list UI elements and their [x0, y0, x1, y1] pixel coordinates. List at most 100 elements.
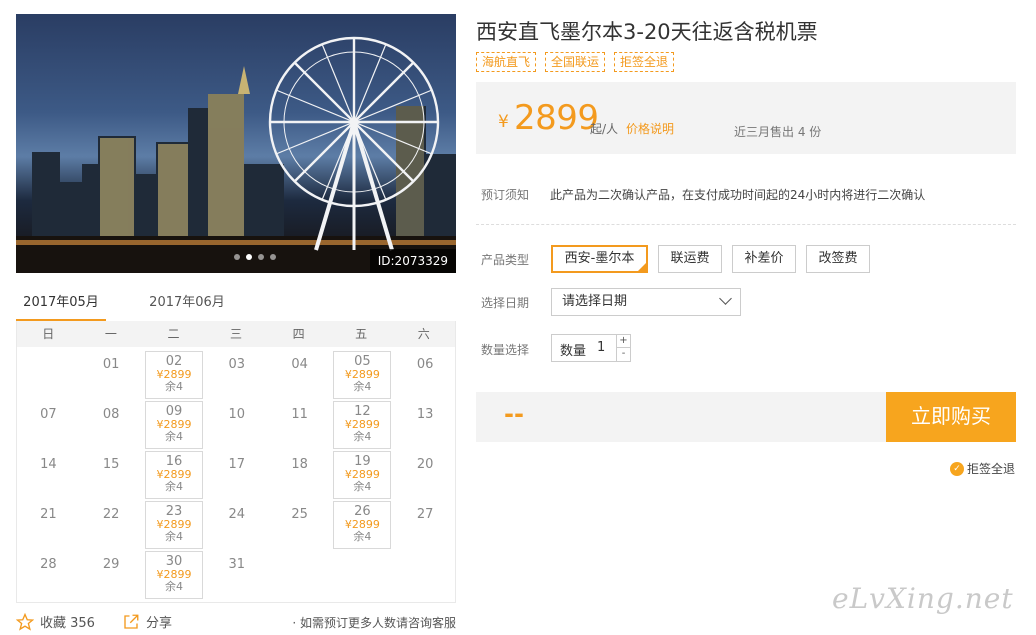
- calendar-day: 06: [396, 351, 454, 399]
- day-number: 10: [228, 407, 246, 422]
- day-number: 25: [291, 507, 308, 522]
- share-label: 分享: [146, 616, 173, 631]
- day-number: 03: [228, 357, 246, 372]
- share-icon: [124, 614, 139, 629]
- calendar-day-available[interactable]: 30 ¥2899 余4: [145, 551, 203, 599]
- day-remaining: 余4: [353, 530, 372, 543]
- day-number: 31: [228, 557, 246, 572]
- calendar-day: 27: [396, 501, 454, 549]
- calendar-day: 08: [82, 401, 140, 449]
- slide-dot[interactable]: [234, 254, 240, 260]
- calendar-day: 17: [208, 451, 266, 499]
- day-remaining: 余4: [165, 480, 183, 493]
- day-number: 16: [165, 454, 183, 469]
- price-panel: ¥ 2899 起/人 价格说明 近三月售出 4 份: [476, 82, 1016, 154]
- day-number: 04: [291, 357, 308, 372]
- day-number: 07: [40, 407, 57, 422]
- calendar-day: 25: [271, 501, 329, 549]
- quantity-stepper: 数量 1 + -: [551, 334, 631, 362]
- day-number: 05: [354, 354, 371, 369]
- day-remaining: 余4: [165, 430, 183, 443]
- day-number: 06: [416, 357, 434, 372]
- product-actions: 收藏 356 分享 · 如需预订更多人数请咨询客服: [16, 612, 456, 632]
- day-number: 15: [102, 457, 120, 472]
- quantity-minus-button[interactable]: -: [617, 348, 630, 361]
- weekday-label: 日: [42, 327, 55, 341]
- quantity-field-label: 数量: [560, 344, 587, 359]
- favorite-button[interactable]: 收藏 356: [16, 612, 95, 631]
- calendar-day-available[interactable]: 23 ¥2899 余4: [145, 501, 203, 549]
- calendar-day-available[interactable]: 16 ¥2899 余4: [145, 451, 203, 499]
- refund-label: 拒签全退: [967, 462, 1016, 476]
- calendar-day-available[interactable]: 02 ¥2899 余4: [145, 351, 203, 399]
- option-price-difference[interactable]: 补差价: [732, 245, 796, 273]
- favorite-label: 收藏 356: [40, 616, 95, 631]
- day-number: 22: [102, 507, 120, 522]
- weekday-label: 三: [230, 327, 243, 341]
- buy-now-button[interactable]: 立即购买: [886, 392, 1016, 442]
- price-explain-link[interactable]: 价格说明: [626, 120, 674, 137]
- calendar-day: 03: [208, 351, 266, 399]
- date-select-dropdown[interactable]: 请选择日期: [551, 288, 741, 316]
- day-remaining: 余4: [353, 430, 372, 443]
- product-type-label: 产品类型: [481, 253, 530, 267]
- currency-symbol: ¥: [498, 112, 509, 132]
- calendar-day-available[interactable]: 26 ¥2899 余4: [333, 501, 392, 549]
- option-connection-fee[interactable]: 联运费: [658, 245, 722, 273]
- tab-month-june[interactable]: 2017年06月: [142, 286, 232, 322]
- option-change-fee[interactable]: 改签费: [806, 245, 870, 273]
- product-tag: 海航直飞: [476, 52, 537, 72]
- weekday-header: 日 一 二 三 四 五 六: [17, 321, 455, 347]
- day-remaining: 余4: [353, 380, 372, 393]
- day-number: 23: [165, 504, 183, 519]
- slide-dot[interactable]: [270, 254, 276, 260]
- quantity-label: 数量选择: [481, 343, 530, 357]
- calendar-day: 13: [396, 401, 454, 449]
- tab-month-may[interactable]: 2017年05月: [16, 286, 106, 322]
- day-number: 19: [354, 454, 371, 469]
- calendar-day: 31: [208, 551, 266, 599]
- order-total-bar: --: [476, 392, 886, 442]
- option-xian-melbourne[interactable]: 西安-墨尔本 ✓: [551, 245, 648, 273]
- product-title: 西安直飞墨尔本3-20天往返含税机票: [476, 20, 818, 44]
- weekday-label: 六: [417, 327, 430, 341]
- day-number: 26: [354, 504, 371, 519]
- divider: [476, 224, 1016, 225]
- calendar-day-available[interactable]: 19 ¥2899 余4: [333, 451, 392, 499]
- day-number: 14: [40, 457, 57, 472]
- product-tag: 拒签全退: [614, 52, 675, 72]
- day-number: 28: [40, 557, 57, 572]
- calendar-day: 18: [271, 451, 329, 499]
- calendar-day-available[interactable]: 12 ¥2899 余4: [333, 401, 392, 449]
- quantity-value[interactable]: 1: [597, 340, 605, 355]
- price-calendar: 日 一 二 三 四 五 六 01 02 ¥2899 余4 03 04 05 ¥2899 余4 06…: [16, 321, 456, 603]
- refund-guarantee: ✓ 拒签全退: [950, 460, 1015, 477]
- day-number: 27: [416, 507, 434, 522]
- product-tags: 海航直飞 全国联运 拒签全退: [476, 52, 675, 72]
- month-tabs: 2017年05月 2017年06月: [16, 286, 456, 322]
- quantity-plus-button[interactable]: +: [617, 335, 630, 348]
- day-remaining: 余4: [165, 380, 183, 393]
- slide-dot[interactable]: [258, 254, 264, 260]
- day-number: 13: [416, 407, 434, 422]
- weekday-label: 五: [355, 327, 368, 341]
- star-icon: [16, 612, 34, 631]
- day-number: 01: [102, 357, 120, 372]
- order-total: --: [504, 400, 524, 428]
- calendar-day: 01: [82, 351, 140, 399]
- slide-dot-active[interactable]: [246, 254, 252, 260]
- day-number: 12: [354, 404, 371, 419]
- calendar-day: 10: [208, 401, 266, 449]
- calendar-day: 20: [396, 451, 454, 499]
- calendar-day-available[interactable]: 05 ¥2899 余4: [333, 351, 392, 399]
- image-id-label: ID:2073329: [369, 249, 456, 273]
- calendar-day-available[interactable]: 09 ¥2899 余4: [145, 401, 203, 449]
- slide-dots[interactable]: [234, 254, 276, 260]
- calendar-day: 22: [82, 501, 140, 549]
- day-number: 17: [228, 457, 246, 472]
- date-select-value: 请选择日期: [562, 294, 628, 309]
- calendar-day: 21: [19, 501, 77, 549]
- calendar-day: 28: [19, 551, 77, 599]
- city-skyline-illustration: [16, 36, 456, 273]
- share-button[interactable]: 分享: [122, 612, 172, 631]
